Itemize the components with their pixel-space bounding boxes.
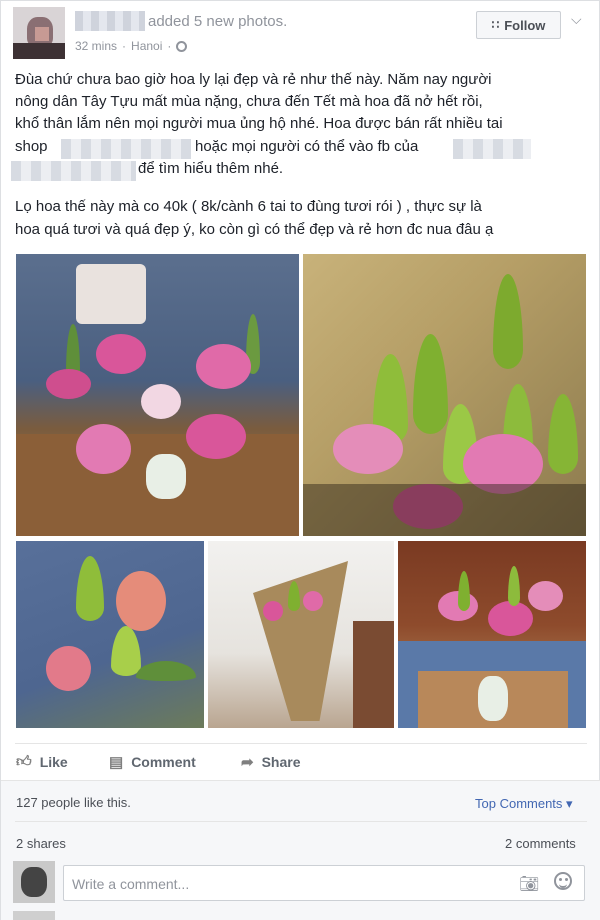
comment-icon: ▤ (109, 754, 124, 771)
thumbs-up-icon: 👍︎ (16, 753, 32, 770)
post-photo[interactable] (398, 541, 586, 728)
like-label: Like (39, 754, 68, 770)
share-button[interactable]: ➦ Share (241, 753, 301, 771)
meta-separator-2: · (167, 39, 172, 53)
comments-count[interactable]: 2 comments (505, 836, 576, 851)
post-meta: 32 mins · Hanoi · (75, 39, 188, 53)
comment-label: Comment (131, 754, 196, 770)
emoji-icon[interactable] (554, 872, 572, 890)
chevron-down-icon[interactable]: ⌵ (571, 11, 582, 28)
next-comment-avatar (13, 911, 55, 920)
post-photo[interactable] (16, 541, 204, 728)
post-photo[interactable] (303, 254, 586, 536)
shares-count[interactable]: 2 shares (16, 836, 66, 851)
like-button[interactable]: 👍︎ Like (16, 753, 68, 771)
post-photo[interactable] (16, 254, 299, 536)
meta-separator: · (122, 39, 127, 53)
follow-label: Follow (504, 17, 546, 33)
redacted-shop-name[interactable] (61, 139, 191, 159)
post-text-line: hoặc mọi người có thể vào fb của (195, 138, 419, 155)
globe-icon[interactable] (176, 40, 188, 52)
post-card: added 5 new photos. 32 mins · Hanoi · ∷ … (0, 0, 600, 920)
comment-button[interactable]: ▤ Comment (109, 753, 196, 771)
comment-placeholder: Write a comment... (72, 876, 190, 892)
post-photo[interactable] (208, 541, 394, 728)
post-time[interactable]: 32 mins (75, 39, 117, 53)
post-text-line: Lọ hoa thế này mà co 40k ( 8k/cành 6 tai… (15, 198, 482, 215)
share-label: Share (261, 754, 301, 770)
author-avatar[interactable] (13, 7, 65, 59)
divider (15, 821, 587, 822)
follow-button[interactable]: ∷ Follow (476, 11, 561, 39)
top-comments-dropdown[interactable]: Top Comments ▾ (475, 796, 573, 812)
post-text-line: Đùa chứ chưa bao giờ hoa ly lại đẹp và r… (15, 71, 492, 88)
author-name-redacted[interactable] (75, 11, 145, 31)
post-text-line: khổ thân lắm nên mọi người mua ủng hộ nh… (15, 115, 503, 132)
share-icon: ➦ (241, 754, 254, 771)
camera-icon[interactable]: 📷︎ (519, 874, 539, 894)
post-text-line: hoa quá tươi và quá đẹp ý, ko còn gì có … (15, 221, 494, 238)
post-headline: added 5 new photos. (148, 13, 288, 30)
rss-icon: ∷ (491, 18, 500, 32)
post-text-line: nông dân Tây Tựu mất mùa nặng, chưa đến … (15, 93, 483, 110)
redacted-fb-name[interactable] (453, 139, 531, 159)
post-location[interactable]: Hanoi (131, 39, 162, 53)
commenter-avatar (13, 861, 55, 903)
post-text-line: shop (15, 138, 48, 155)
post-text-line: để tìm hiểu thêm nhé. (138, 160, 284, 177)
redacted-fb-name-2[interactable] (11, 161, 136, 181)
comment-input[interactable]: Write a comment... 📷︎ (63, 865, 585, 901)
divider (15, 743, 587, 744)
likes-count[interactable]: 127 people like this. (16, 795, 131, 810)
